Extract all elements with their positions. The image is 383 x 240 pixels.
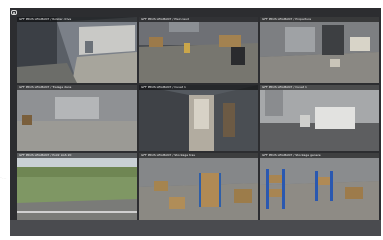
camera-tile-4[interactable]: GFF PRUS LEGMAN7 / Tralage dans: [17, 85, 137, 151]
camera-label: GFF PRUS LEGMAN7 / Tralage dans: [17, 85, 137, 90]
camera-tile-1[interactable]: GFF PRUS LEGMAN7 / Rolster drive: [17, 17, 137, 83]
camera-tile-3[interactable]: GFF PRUS LEGMAN7 / Proparture: [260, 17, 379, 83]
camera-tile-8[interactable]: GFF PRUS LEGMAN7 / Stockage tras: [139, 153, 258, 220]
camera-feed-3: [260, 17, 379, 83]
camera-feed-1: [17, 17, 137, 83]
top-bar: [10, 8, 381, 17]
camera-tile-2[interactable]: GFF PRUS LEGMAN7 / Plein laud: [139, 17, 258, 83]
footer-bar: [10, 220, 381, 236]
camera-feed-4: [17, 85, 137, 151]
camera-tile-6[interactable]: GFF PRUS LEGMAN7 / Cuvet 1: [260, 85, 379, 151]
camera-feed-7: [17, 153, 137, 220]
camera-feed-8: [139, 153, 258, 220]
camera-label: GFF PRUS LEGMAN7 / Plein laud: [139, 17, 258, 22]
camera-feed-2: [139, 17, 258, 83]
camera-feed-6: [260, 85, 379, 151]
camera-tile-5[interactable]: GFF PRUS LEGMAN7 / Cuvet 1: [139, 85, 258, 151]
camera-grid: GFF PRUS LEGMAN7 / Rolster drive GFF PRU…: [17, 17, 379, 220]
camera-label: GFF PRUS LEGMAN7 / Poldr LGS 20: [17, 153, 137, 158]
camera-tile-7[interactable]: GFF PRUS LEGMAN7 / Poldr LGS 20: [17, 153, 137, 220]
camera-tile-9[interactable]: GFF PRUS LEGMAN7 / Stockage genere: [260, 153, 379, 220]
camera-label: GFF PRUS LEGMAN7 / Stockage tras: [139, 153, 258, 158]
camera-icon[interactable]: [11, 10, 17, 15]
camera-feed-5: [139, 85, 258, 151]
camera-label: GFF PRUS LEGMAN7 / Cuvet 1: [139, 85, 258, 90]
camera-label: GFF PRUS LEGMAN7 / Cuvet 1: [260, 85, 379, 90]
camera-label: GFF PRUS LEGMAN7 / Rolster drive: [17, 17, 137, 22]
camera-label: GFF PRUS LEGMAN7 / Proparture: [260, 17, 379, 22]
camera-feed-9: [260, 153, 379, 220]
camera-label: GFF PRUS LEGMAN7 / Stockage genere: [260, 153, 379, 158]
